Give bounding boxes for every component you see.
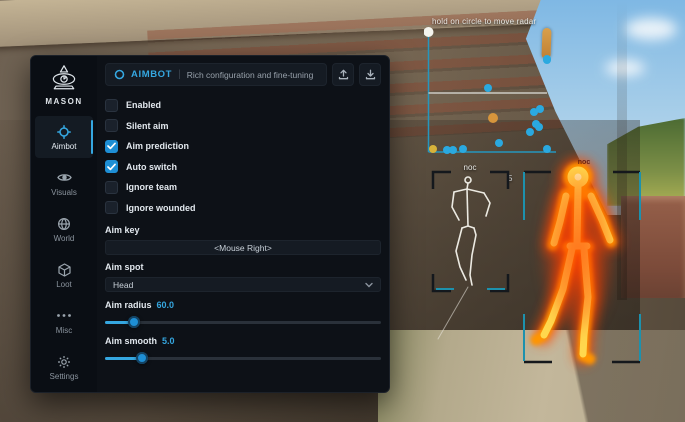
sidebar-item-label: Aimbot (52, 142, 77, 151)
sidebar-nav: Aimbot Visuals World Loot Misc Settings (31, 116, 97, 392)
panel-subtitle: Rich configuration and fine-tuning (187, 70, 314, 80)
brand-name: MASON (45, 97, 82, 106)
aim-spot-label: Aim spot (105, 262, 381, 272)
upload-config-button[interactable] (332, 63, 354, 86)
player-target-esp: noc (510, 150, 660, 385)
download-config-button[interactable] (359, 63, 381, 86)
radar-dot-blue (495, 139, 503, 147)
toggle-label: Enabled (126, 100, 161, 110)
target-name-tag: noc (562, 159, 606, 166)
eye-icon (56, 170, 72, 186)
panel-header-pill: AIMBOT | Rich configuration and fine-tun… (105, 63, 327, 86)
toggle-enabled[interactable]: Enabled (105, 95, 381, 116)
panel-title: AIMBOT (131, 69, 172, 80)
sidebar-item-loot[interactable]: Loot (35, 254, 93, 296)
slider-track[interactable] (105, 321, 381, 324)
aim-radius-block: Aim radius 60.0 (105, 300, 381, 328)
radar-dot-blue (459, 145, 467, 153)
skeleton-bones (438, 177, 490, 339)
sidebar-item-settings[interactable]: Settings (35, 346, 93, 388)
aim-radius-label: Aim radius (105, 300, 152, 310)
menu-main-panel: AIMBOT | Rich configuration and fine-tun… (97, 56, 389, 392)
toggle-ignore-team[interactable]: Ignore team (105, 177, 381, 198)
slider-handle[interactable] (128, 316, 140, 328)
aim-key-label: Aim key (105, 225, 381, 235)
radar-dot-blue (536, 105, 544, 113)
target-icon (114, 69, 125, 80)
radar-drag-handle[interactable] (424, 27, 434, 37)
radar-dot-blue (449, 146, 457, 154)
aim-key-bind-button[interactable]: <Mouse Right> (105, 240, 381, 255)
sidebar-item-label: Loot (56, 280, 72, 289)
toggle-ignore-wounded[interactable]: Ignore wounded (105, 198, 381, 219)
checkbox-enabled[interactable] (105, 99, 118, 112)
cheat-menu-window: MASON Aimbot Visuals World Loot Misc Settings… (30, 55, 390, 393)
download-icon (365, 69, 376, 80)
radar-dot-blue (526, 128, 534, 136)
toggle-label: Silent aim (126, 121, 169, 131)
aim-smooth-value: 5.0 (162, 336, 175, 346)
panel-header: AIMBOT | Rich configuration and fine-tun… (105, 63, 381, 86)
skeleton-esp: noc 5 (430, 163, 516, 363)
checkbox-auto-switch[interactable] (105, 160, 118, 173)
radar-entity-dots (429, 56, 551, 154)
toggle-silent-aim[interactable]: Silent aim (105, 116, 381, 137)
toggle-aim-prediction[interactable]: Aim prediction (105, 136, 381, 157)
checkbox-silent-aim[interactable] (105, 119, 118, 132)
game-screen: hold on circle to move radar noc 5 (0, 0, 685, 422)
sidebar-item-misc[interactable]: Misc (35, 300, 93, 342)
sidebar-item-label: Misc (56, 326, 72, 335)
sidebar-item-aimbot[interactable]: Aimbot (35, 116, 93, 158)
radar-dot-orange (488, 113, 498, 123)
masonic-eye-logo (44, 64, 84, 94)
gear-icon (56, 354, 72, 370)
ellipsis-icon (56, 308, 72, 324)
aim-smooth-label: Aim smooth (105, 336, 157, 346)
radar-dot-yellow (429, 145, 437, 153)
aim-spot-selected-value: Head (113, 280, 133, 290)
target-esp-brackets (510, 150, 660, 385)
chevron-down-icon (365, 282, 373, 288)
offscreen-target-dot (543, 55, 551, 63)
toggle-auto-switch[interactable]: Auto switch (105, 157, 381, 178)
sidebar-item-world[interactable]: World (35, 208, 93, 250)
toggle-list: Enabled Silent aim Aim prediction Auto swit… (105, 95, 381, 218)
sidebar-item-label: Visuals (51, 188, 77, 197)
aim-radius-slider[interactable] (105, 316, 381, 328)
globe-icon (56, 216, 72, 232)
aim-smooth-slider[interactable] (105, 352, 381, 364)
menu-sidebar: MASON Aimbot Visuals World Loot Misc Settings (31, 56, 97, 392)
toggle-label: Aim prediction (126, 141, 189, 151)
header-separator: | (178, 69, 181, 80)
radar-dot-blue (484, 84, 492, 92)
checkbox-aim-prediction[interactable] (105, 140, 118, 153)
toggle-label: Ignore wounded (126, 203, 196, 213)
aim-smooth-block: Aim smooth 5.0 (105, 336, 381, 364)
aim-spot-select[interactable]: Head (105, 277, 381, 292)
slider-handle[interactable] (136, 352, 148, 364)
toggle-label: Auto switch (126, 162, 177, 172)
sidebar-item-visuals[interactable]: Visuals (35, 162, 93, 204)
cloud (625, 18, 677, 40)
checkbox-ignore-team[interactable] (105, 181, 118, 194)
crosshair-icon (56, 124, 72, 140)
sidebar-item-label: Settings (50, 372, 79, 381)
upload-icon (338, 69, 349, 80)
radar-dot-blue (535, 123, 543, 131)
sidebar-item-label: World (54, 234, 75, 243)
aim-radius-value: 60.0 (157, 300, 175, 310)
cube-icon (56, 262, 72, 278)
toggle-label: Ignore team (126, 182, 177, 192)
checkbox-ignore-wounded[interactable] (105, 201, 118, 214)
